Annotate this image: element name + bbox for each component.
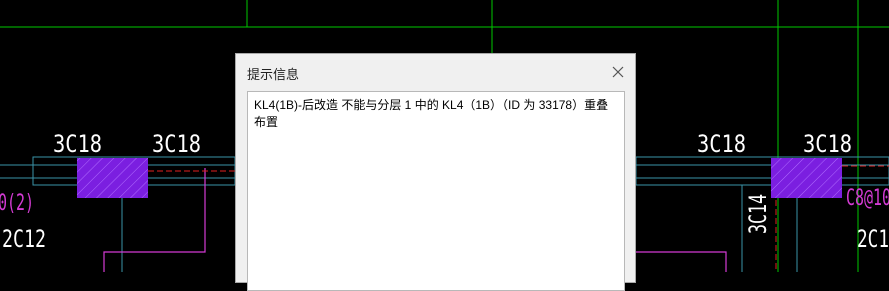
rebar-label: C8@10 <box>846 186 889 211</box>
close-button[interactable] <box>607 61 629 83</box>
rebar-label: 3C14 <box>744 194 772 234</box>
dialog-title: 提示信息 <box>247 67 300 82</box>
rebar-label: 3C18 <box>53 130 102 158</box>
message-dialog: 提示信息 KL4(1B)-后改造 不能与分层 1 中的 KL4（1B）（ID 为… <box>235 53 636 291</box>
rebar-label: 3C18 <box>697 130 746 158</box>
rebar-label: 2C1 <box>857 225 889 253</box>
rebar-label: 0(2) <box>0 191 34 216</box>
rebar-label: 2C12 <box>2 225 46 253</box>
rebar-label: 3C18 <box>152 130 201 158</box>
rebar-label: 3C18 <box>803 130 852 158</box>
close-icon <box>612 66 624 78</box>
message-text: KL4(1B)-后改造 不能与分层 1 中的 KL4（1B）（ID 为 3317… <box>247 91 625 291</box>
